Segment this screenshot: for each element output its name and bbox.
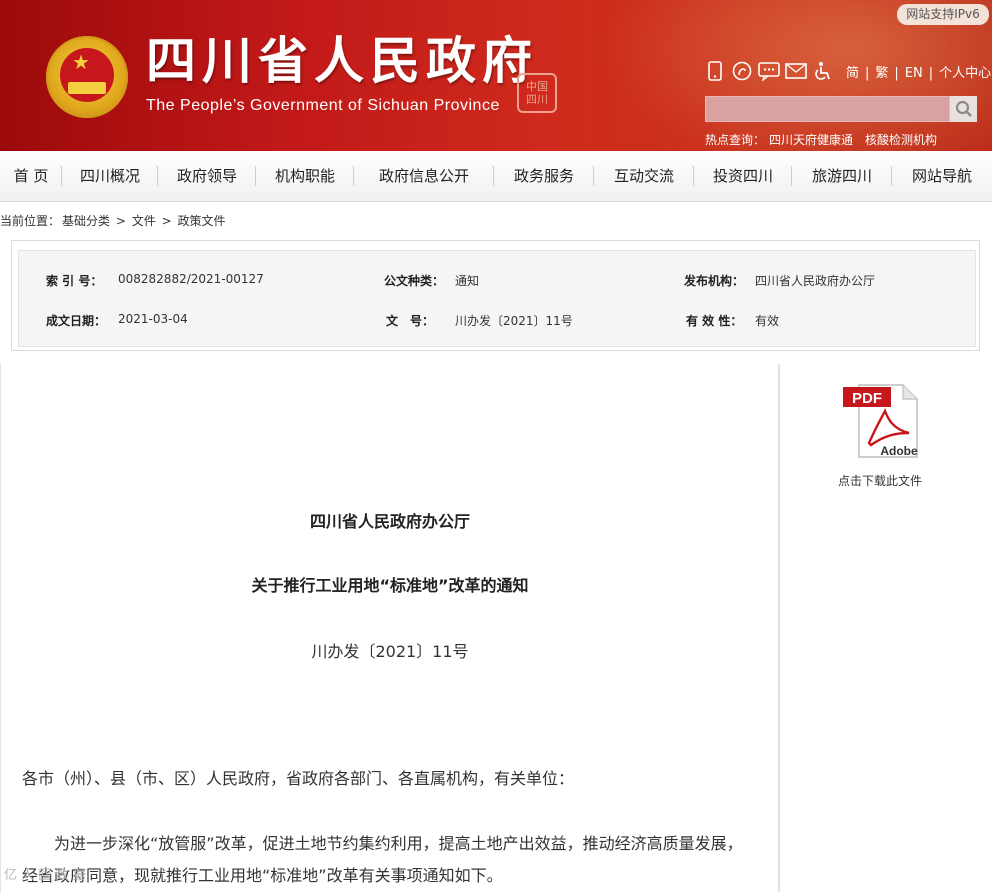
nav-institutions[interactable]: 机构职能 [256,151,354,201]
nav-invest-sichuan[interactable]: 投资四川 [694,151,792,201]
pdf-download-link[interactable]: 点击下载此文件 [830,472,930,489]
content-left-border [0,364,1,892]
nav-travel-sichuan[interactable]: 旅游四川 [792,151,892,201]
meta-index-label: 索 引 号： [46,274,103,288]
breadcrumb-item[interactable]: 文件 [132,214,156,228]
meta-index-value: 008282882/2021-00127 [118,272,264,286]
personal-center-link[interactable]: 个人中心 [936,66,992,81]
nav-site-map[interactable]: 网站导航 [892,151,992,201]
document-paragraph-line: 经省政府同意，现就推行工业用地“标准地”改革有关事项通知如下。 [22,866,503,885]
nav-home[interactable]: 首 页 [0,151,62,201]
meta-org-value: 四川省人民政府办公厅 [755,274,876,288]
nav-government-services[interactable]: 政务服务 [494,151,594,201]
document-paragraph-line: 为进一步深化“放管服”改革，促进土地节约集约利用，提高土地产出效益，推动经济高质… [54,834,743,853]
meta-valid-value: 有效 [755,314,780,328]
wechat-icon[interactable] [758,60,780,82]
national-emblem-icon[interactable]: ★ [46,36,128,118]
meta-docno-value: 川办发〔2021〕11号 [455,314,573,328]
breadcrumb-item[interactable]: 政策文件 [177,214,225,228]
content-divider [778,364,780,892]
meta-date-label: 成文日期： [46,314,107,328]
document-title: 关于推行工业用地“标准地”改革的通知 [251,576,529,595]
site-subtitle: The People’s Government of Sichuan Provi… [146,97,500,114]
document-issuer: 四川省人民政府办公厅 [309,512,470,531]
lang-english-link[interactable]: EN [902,66,926,81]
breadcrumb-item[interactable]: 基础分类 [62,214,110,228]
site-title[interactable]: 四川省人民政府 [146,36,538,86]
lang-traditional-link[interactable]: 繁 [872,66,891,81]
main-nav: 首 页 四川概况 政府领导 机构职能 政府信息公开 政务服务 互动交流 投资四川… [0,151,992,202]
mail-icon[interactable] [785,60,807,82]
nav-sichuan-overview[interactable]: 四川概况 [62,151,158,201]
nav-info-disclosure[interactable]: 政府信息公开 [354,151,494,201]
header-tools: 简 | 繁 | EN | 个人中心 [704,59,992,83]
pdf-download-icon[interactable]: PDF Adobe [841,381,921,461]
lang-simplified-link[interactable]: 简 [843,66,862,81]
document-meta-table [18,250,976,347]
search-icon [955,100,972,117]
pdf-brand-text: Adobe [880,444,918,458]
language-links: 简 | 繁 | EN | 个人中心 [843,62,992,81]
nav-government-leaders[interactable]: 政府领导 [158,151,256,201]
ipv6-badge: 网站支持IPv6 [897,4,989,25]
hot-link-health-code[interactable]: 四川天府健康通 [769,133,853,147]
meta-valid-label: 有 效 性： [686,314,743,328]
accessibility-icon[interactable] [812,60,834,82]
weibo-icon[interactable] [731,60,753,82]
hot-search: 热点查询： 四川天府健康通 核酸检测机构 [705,131,937,148]
document-salutation: 各市（州）、县（市、区）人民政府，省政府各部门、各直属机构，有关单位： [22,769,575,788]
search-input[interactable] [705,96,950,122]
hot-search-label: 热点查询： [705,133,766,147]
meta-docno-label: 文 号： [386,314,435,328]
search-button[interactable] [950,96,977,122]
nav-interaction[interactable]: 互动交流 [594,151,694,201]
hot-link-nucleic-test[interactable]: 核酸检测机构 [865,133,937,147]
site-header: ★ 四川省人民政府 The People’s Government of Sic… [0,0,992,151]
breadcrumb: 当前位置： 基础分类 > 文件 > 政策文件 [0,214,226,228]
watermark: 亿 人 回 数 据 [4,868,86,883]
meta-date-value: 2021-03-04 [118,312,188,326]
breadcrumb-prefix: 当前位置： [0,214,61,228]
seal-logo: 中国 四川 [517,73,557,113]
document-number: 川办发〔2021〕11号 [311,642,469,661]
meta-type-value: 通知 [455,274,480,288]
meta-org-label: 发布机构： [684,274,745,288]
mobile-icon[interactable] [704,60,726,82]
meta-type-label: 公文种类： [384,274,445,288]
pdf-badge-text: PDF [852,390,882,407]
